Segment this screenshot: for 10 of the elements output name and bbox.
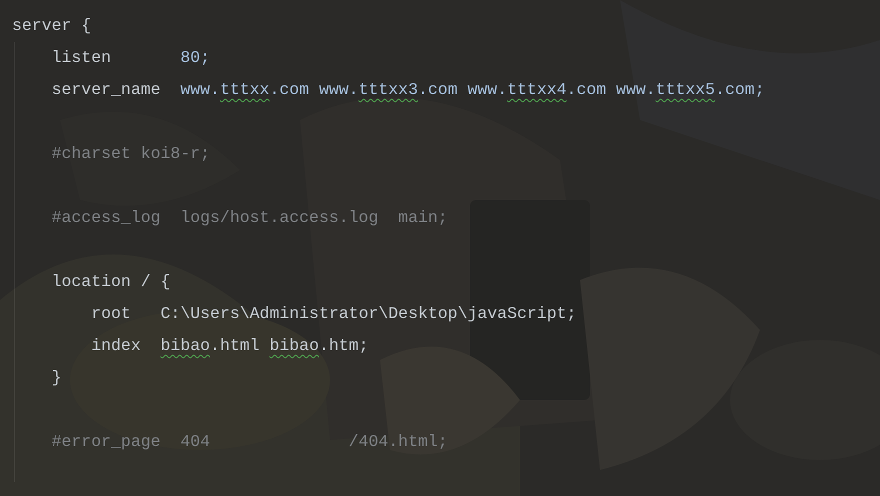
code-line: location / {: [50, 271, 170, 293]
code-line: listen 80;: [50, 47, 210, 69]
code-line: server {: [12, 15, 92, 37]
code-line: #access_log logs/host.access.log main;: [50, 207, 448, 229]
code-line: #charset koi8-r;: [50, 143, 210, 165]
code-line: server_name www.tttxx.com www.tttxx3.com www.tttxx4.com www.tttxx5.com;: [50, 79, 765, 101]
code-line: }: [50, 367, 62, 389]
code-line: index bibao.html bibao.htm;: [90, 335, 368, 357]
code-line: #error_page 404 /404.html;: [50, 431, 448, 453]
code-line: root C:\Users\Administrator\Desktop\javaScript;: [90, 303, 576, 325]
